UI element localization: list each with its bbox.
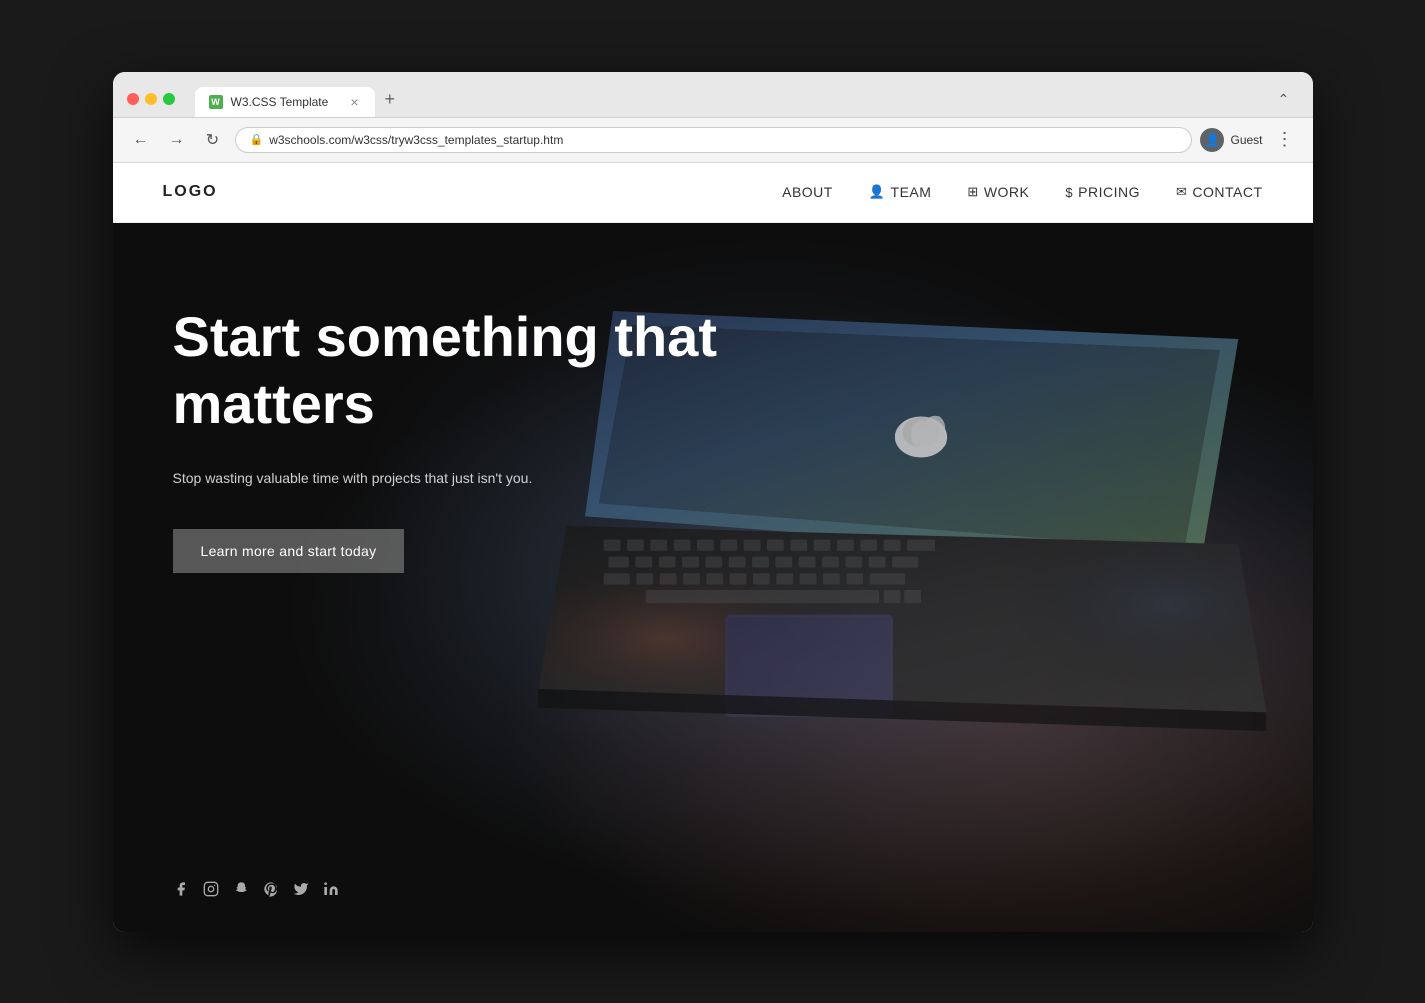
website-content: LOGO ABOUT 👤 TEAM ⊞ WORK $ PRICING [113, 163, 1313, 932]
instagram-icon[interactable] [203, 881, 219, 902]
tab-close-button[interactable]: × [348, 94, 360, 110]
facebook-icon[interactable] [173, 881, 189, 902]
nav-label-team: TEAM [891, 184, 932, 200]
address-bar[interactable]: 🔒 w3schools.com/w3css/tryw3css_templates… [235, 127, 1193, 153]
minimize-button[interactable] [145, 93, 157, 105]
team-icon: 👤 [869, 184, 886, 200]
hero-cta-button[interactable]: Learn more and start today [173, 529, 405, 573]
hero-section: Start something that matters Stop wastin… [113, 223, 1313, 932]
browser-window: W W3.CSS Template × + ⌃ ← → ↻ 🔒 w3school… [113, 72, 1313, 932]
user-avatar-icon: 👤 [1205, 133, 1220, 147]
close-button[interactable] [127, 93, 139, 105]
maximize-button[interactable] [163, 93, 175, 105]
site-nav: LOGO ABOUT 👤 TEAM ⊞ WORK $ PRICING [113, 163, 1313, 223]
nav-link-team[interactable]: 👤 TEAM [869, 184, 932, 200]
nav-label-work: WORK [984, 184, 1030, 200]
nav-label-pricing: PRICING [1078, 184, 1140, 200]
work-icon: ⊞ [967, 184, 978, 200]
browser-menu-button[interactable]: ⋮ [1271, 126, 1299, 154]
site-nav-links: ABOUT 👤 TEAM ⊞ WORK $ PRICING ✉ CONTACT [782, 184, 1262, 200]
pricing-icon: $ [1065, 185, 1073, 200]
user-avatar: 👤 [1200, 128, 1224, 152]
nav-label-contact: CONTACT [1192, 184, 1262, 200]
twitter-icon[interactable] [293, 881, 309, 902]
hero-text-content: Start something that matters Stop wastin… [113, 223, 1313, 614]
back-button[interactable]: ← [127, 126, 155, 154]
nav-link-work[interactable]: ⊞ WORK [967, 184, 1029, 200]
refresh-button[interactable]: ↻ [199, 126, 227, 154]
tab-favicon: W [209, 95, 223, 109]
nav-link-contact[interactable]: ✉ CONTACT [1176, 184, 1263, 200]
traffic-lights [127, 93, 175, 105]
browser-titlebar: W W3.CSS Template × + ⌃ [113, 72, 1313, 118]
user-button[interactable]: 👤 Guest [1200, 128, 1262, 152]
browser-controls: ← → ↻ 🔒 w3schools.com/w3css/tryw3css_tem… [113, 118, 1313, 163]
forward-button[interactable]: → [163, 126, 191, 154]
site-logo: LOGO [163, 183, 218, 201]
nav-link-pricing[interactable]: $ PRICING [1065, 184, 1140, 200]
hero-title: Start something that matters [173, 303, 853, 437]
new-tab-button[interactable]: + [375, 82, 406, 117]
tab-bar: W W3.CSS Template × + [195, 82, 1259, 117]
linkedin-icon[interactable] [323, 881, 339, 902]
social-icons [113, 881, 1313, 932]
nav-label-about: ABOUT [782, 184, 833, 200]
tab-title: W3.CSS Template [231, 95, 329, 109]
window-controls: ⌃ [1269, 91, 1299, 108]
user-label: Guest [1230, 133, 1262, 147]
lock-icon: 🔒 [250, 133, 264, 146]
address-text: w3schools.com/w3css/tryw3css_templates_s… [269, 133, 563, 147]
snapchat-icon[interactable] [233, 881, 249, 902]
nav-link-about[interactable]: ABOUT [782, 184, 833, 200]
pinterest-icon[interactable] [263, 881, 279, 902]
hero-subtitle: Stop wasting valuable time with projects… [173, 467, 623, 489]
active-tab[interactable]: W W3.CSS Template × [195, 87, 375, 117]
contact-icon: ✉ [1176, 184, 1187, 200]
